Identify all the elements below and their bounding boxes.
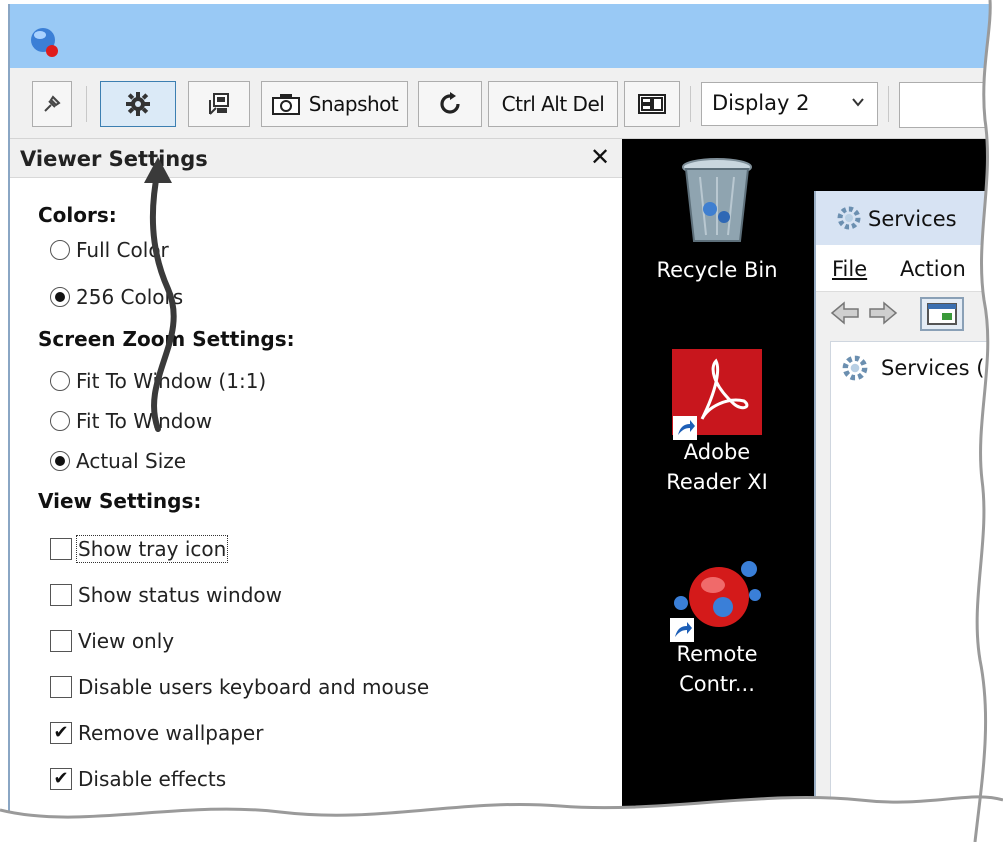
- services-gear-icon: [842, 355, 868, 381]
- checkbox-label: Show status window: [78, 583, 283, 607]
- checkbox-label: Show tray icon: [75, 535, 229, 563]
- toolbar-field[interactable]: [899, 82, 1000, 128]
- close-icon[interactable]: ✕: [590, 143, 610, 171]
- display-select-value: Display 2: [712, 91, 810, 115]
- viewer-settings-panel: Viewer Settings ✕ Colors: Full Color 256…: [10, 139, 623, 840]
- checkbox-label: Disable effects: [78, 767, 227, 791]
- window-layout-icon: [638, 94, 666, 114]
- ctrl-alt-del-label: Ctrl Alt Del: [501, 92, 605, 116]
- checkbox[interactable]: [50, 676, 72, 698]
- view-settings-heading: View Settings:: [38, 489, 202, 513]
- radio-label: Actual Size: [76, 449, 187, 473]
- chevron-down-icon: [852, 98, 864, 107]
- pin-button[interactable]: [32, 81, 72, 127]
- services-tree-pane: Services (l: [830, 341, 1000, 840]
- desktop-icon-remote-control[interactable]: Remote Contr...: [642, 555, 792, 699]
- desktop-icon-recycle-bin[interactable]: Recycle Bin: [642, 157, 792, 285]
- checkbox-label: Remove wallpaper: [78, 721, 264, 745]
- services-window: Services File Action Services (l: [814, 191, 1000, 840]
- remote-label-line2: Contr...: [679, 672, 755, 696]
- viewer-settings-button[interactable]: [100, 81, 176, 127]
- checkbox[interactable]: ✔: [50, 768, 72, 790]
- checkbox-remove-wallpaper[interactable]: ✔ Remove wallpaper: [50, 721, 263, 745]
- app-icon: [31, 28, 58, 57]
- checkbox-label: View only: [78, 629, 175, 653]
- checkbox[interactable]: [50, 538, 72, 560]
- services-gear-icon: [837, 206, 861, 230]
- desktop-icon-adobe-reader[interactable]: Adobe Reader XI: [642, 349, 792, 497]
- screen-control-button[interactable]: [188, 81, 250, 127]
- refresh-button[interactable]: [418, 81, 482, 127]
- checkbox[interactable]: [50, 630, 72, 652]
- radio-button[interactable]: [50, 240, 70, 260]
- snapshot-button[interactable]: Snapshot: [261, 81, 408, 127]
- pin-icon: [44, 95, 61, 112]
- menu-action[interactable]: Action: [900, 257, 966, 281]
- menu-file[interactable]: File: [832, 257, 867, 281]
- checkbox[interactable]: [50, 584, 72, 606]
- recycle-bin-icon: [682, 158, 752, 242]
- shortcut-arrow-icon: [670, 618, 694, 642]
- services-toolbar: [816, 291, 1000, 337]
- toolbar-separator: [690, 86, 691, 122]
- radio-button[interactable]: [50, 371, 70, 391]
- services-menu-bar: File Action: [816, 245, 1000, 292]
- display-select[interactable]: Display 2: [701, 82, 878, 126]
- radio-actual-size[interactable]: Actual Size: [50, 449, 186, 473]
- shortcut-arrow-icon: [673, 416, 697, 440]
- radio-button[interactable]: [50, 287, 70, 307]
- adobe-label-line1: Adobe: [683, 440, 751, 464]
- recycle-bin-label: Recycle Bin: [656, 258, 778, 282]
- forward-arrow-icon[interactable]: [868, 301, 898, 325]
- snapshot-label: Snapshot: [308, 92, 399, 116]
- services-title: Services: [868, 207, 957, 231]
- checkbox-disable-effects[interactable]: ✔ Disable effects: [50, 767, 226, 791]
- services-title-bar: Services: [816, 191, 1000, 245]
- colors-heading: Colors:: [38, 203, 117, 227]
- radio-button[interactable]: [50, 451, 70, 471]
- checkbox-show-status-window[interactable]: Show status window: [50, 583, 282, 607]
- console-view-icon[interactable]: [920, 297, 964, 331]
- remote-label-line1: Remote: [676, 642, 758, 666]
- callout-arrow: [144, 157, 177, 432]
- adobe-label-line2: Reader XI: [666, 470, 768, 494]
- checkbox-show-tray-icon[interactable]: Show tray icon: [50, 535, 229, 563]
- camera-icon: [271, 94, 300, 115]
- title-bar: [10, 4, 1000, 68]
- remote-desktop: Recycle Bin Adobe Reader XI Remote Contr…: [622, 139, 1000, 840]
- back-arrow-icon[interactable]: [830, 301, 860, 325]
- checkbox-view-only[interactable]: View only: [50, 629, 174, 653]
- checkbox[interactable]: ✔: [50, 722, 72, 744]
- toolbar: Snapshot Ctrl Alt Del Display 2: [10, 68, 1000, 139]
- toolbar-separator: [86, 86, 87, 122]
- checkbox-label: Disable users keyboard and mouse: [78, 675, 430, 699]
- screen-control-icon: [209, 93, 229, 115]
- refresh-icon: [440, 92, 460, 114]
- window-layout-button[interactable]: [624, 81, 680, 127]
- checkbox-disable-keyboard-mouse[interactable]: Disable users keyboard and mouse: [50, 675, 429, 699]
- viewer-window: Snapshot Ctrl Alt Del Display 2 Viewer S…: [8, 4, 1000, 840]
- panel-header: Viewer Settings ✕: [10, 139, 622, 178]
- ctrl-alt-del-button[interactable]: Ctrl Alt Del: [488, 81, 618, 127]
- toolbar-separator: [888, 86, 889, 122]
- services-tree-node[interactable]: Services (l: [881, 356, 990, 380]
- gear-icon: [126, 92, 150, 116]
- radio-button[interactable]: [50, 411, 70, 431]
